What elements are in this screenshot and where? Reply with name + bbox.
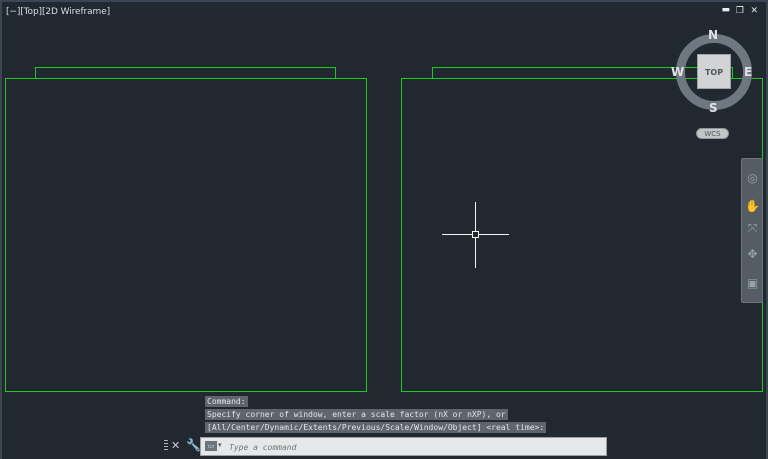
orbit-icon[interactable]: ✥	[745, 247, 760, 262]
viewport-frame-top	[0, 0, 768, 2]
command-prompt-icon[interactable]: ▭	[205, 441, 217, 451]
command-history-line: [All/Center/Dynamic/Extents/Previous/Sca…	[205, 422, 547, 433]
recent-commands-dropdown-icon[interactable]: ▾	[218, 441, 222, 449]
command-input-wrapper: ▭ ▾	[200, 437, 607, 456]
command-line-bar: ✕ 🔧 ▭ ▾	[162, 437, 607, 456]
right-rectangle	[401, 78, 763, 392]
zoom-icon[interactable]: ⤧	[745, 221, 760, 236]
crosshair-pickbox	[472, 231, 479, 238]
viewcube[interactable]: TOP N S W E	[671, 28, 756, 120]
command-input[interactable]	[227, 439, 601, 456]
restore-viewport-icon[interactable]: ❐	[736, 6, 744, 16]
command-history-line: Specify corner of window, enter a scale …	[205, 409, 508, 420]
viewport-frame-left	[0, 0, 2, 459]
showmotion-icon[interactable]: ▣	[745, 276, 760, 291]
wcs-menu-button[interactable]: WCS	[696, 128, 729, 139]
command-history-line: Command:	[205, 396, 248, 407]
close-viewport-icon[interactable]: ✕	[750, 6, 758, 16]
drag-grip-icon[interactable]	[164, 440, 168, 452]
compass-south[interactable]: S	[709, 101, 718, 115]
customize-wrench-icon[interactable]: 🔧	[186, 438, 201, 452]
steering-wheel-icon[interactable]: ◎	[745, 171, 760, 186]
pan-icon[interactable]: ✋	[745, 199, 760, 214]
minimize-viewport-icon[interactable]: ▬	[721, 5, 730, 15]
navigation-bar: ◎ ✋ ⤧ ✥ ▣	[741, 158, 763, 303]
viewcube-top-face[interactable]: TOP	[697, 54, 731, 89]
viewport-controls-label[interactable]: [−][Top][2D Wireframe]	[6, 7, 110, 17]
compass-north[interactable]: N	[708, 28, 718, 42]
compass-west[interactable]: W	[671, 65, 684, 79]
command-history: Command: Specify corner of window, enter…	[205, 396, 547, 435]
left-rectangle	[5, 78, 367, 392]
compass-east[interactable]: E	[744, 65, 752, 79]
close-command-line-icon[interactable]: ✕	[171, 439, 180, 452]
